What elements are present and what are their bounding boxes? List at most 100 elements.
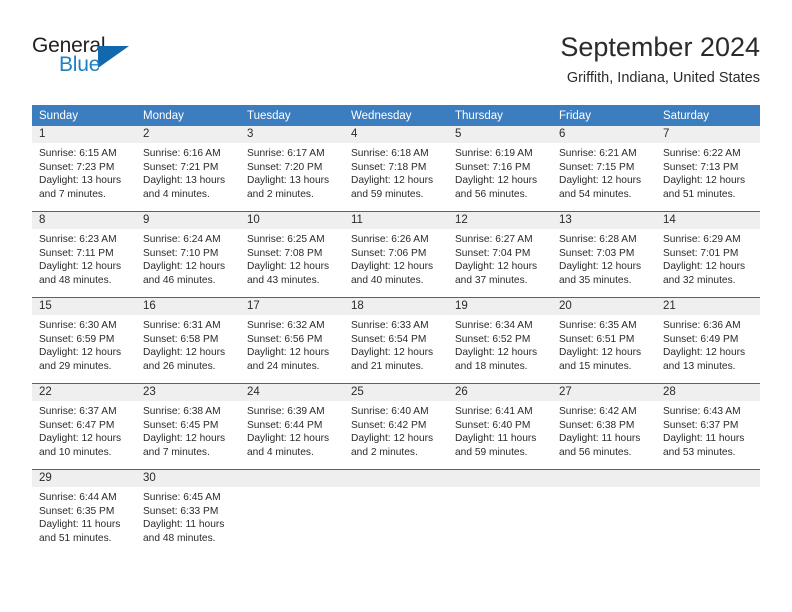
day-cell[interactable]: Sunrise: 6:43 AM Sunset: 6:37 PM Daylight:… <box>656 401 760 469</box>
day-number[interactable]: 23 <box>136 384 240 401</box>
day-number[interactable]: 19 <box>448 298 552 315</box>
day-number[interactable]: 20 <box>552 298 656 315</box>
day-number[interactable]: 11 <box>344 212 448 229</box>
day-cell[interactable]: Sunrise: 6:36 AM Sunset: 6:49 PM Daylight:… <box>656 315 760 383</box>
day-cell[interactable]: Sunrise: 6:28 AM Sunset: 7:03 PM Daylight:… <box>552 229 656 297</box>
weekday-header-sunday: Sunday <box>39 110 79 122</box>
day-number[interactable]: 7 <box>656 126 760 143</box>
day-number[interactable]: 8 <box>32 212 136 229</box>
day-cell[interactable]: Sunrise: 6:33 AM Sunset: 6:54 PM Daylight:… <box>344 315 448 383</box>
sunset-text: Sunset: 6:38 PM <box>559 419 635 431</box>
day-number[interactable]: 6 <box>552 126 656 143</box>
day-cell[interactable]: Sunrise: 6:31 AM Sunset: 6:58 PM Daylight:… <box>136 315 240 383</box>
day-number[interactable]: 9 <box>136 212 240 229</box>
daylight-text: Daylight: 12 hours and 13 minutes. <box>663 347 746 372</box>
day-number-empty <box>656 470 760 487</box>
sunrise-text: Sunrise: 6:39 AM <box>247 406 325 417</box>
general-blue-logo[interactable]: General Blue <box>32 34 152 86</box>
sunset-text: Sunset: 7:23 PM <box>39 161 115 173</box>
sunrise-text: Sunrise: 6:35 AM <box>559 320 637 331</box>
day-cell[interactable]: Sunrise: 6:39 AM Sunset: 6:44 PM Daylight:… <box>240 401 344 469</box>
day-cell[interactable]: Sunrise: 6:26 AM Sunset: 7:06 PM Daylight:… <box>344 229 448 297</box>
day-cell[interactable]: Sunrise: 6:17 AM Sunset: 7:20 PM Daylight:… <box>240 143 344 211</box>
sunrise-text: Sunrise: 6:17 AM <box>247 148 325 159</box>
day-cell[interactable]: Sunrise: 6:27 AM Sunset: 7:04 PM Daylight:… <box>448 229 552 297</box>
sunrise-text: Sunrise: 6:27 AM <box>455 234 533 245</box>
sunset-text: Sunset: 6:52 PM <box>455 333 531 345</box>
sunrise-text: Sunrise: 6:44 AM <box>39 492 117 503</box>
daylight-text: Daylight: 12 hours and 32 minutes. <box>663 261 746 286</box>
daylight-text: Daylight: 12 hours and 29 minutes. <box>39 347 122 372</box>
day-cell[interactable]: Sunrise: 6:34 AM Sunset: 6:52 PM Daylight:… <box>448 315 552 383</box>
sunset-text: Sunset: 7:01 PM <box>663 247 739 259</box>
day-cell[interactable]: Sunrise: 6:19 AM Sunset: 7:16 PM Daylight:… <box>448 143 552 211</box>
day-cell[interactable]: Sunrise: 6:22 AM Sunset: 7:13 PM Daylight:… <box>656 143 760 211</box>
day-number[interactable]: 28 <box>656 384 760 401</box>
day-cell[interactable]: Sunrise: 6:41 AM Sunset: 6:40 PM Daylight:… <box>448 401 552 469</box>
day-number[interactable]: 1 <box>32 126 136 143</box>
day-number[interactable]: 3 <box>240 126 344 143</box>
day-cell[interactable]: Sunrise: 6:29 AM Sunset: 7:01 PM Daylight:… <box>656 229 760 297</box>
day-number[interactable]: 21 <box>656 298 760 315</box>
day-number[interactable]: 18 <box>344 298 448 315</box>
daylight-text: Daylight: 11 hours and 59 minutes. <box>455 433 537 458</box>
day-number[interactable]: 25 <box>344 384 448 401</box>
day-number[interactable]: 14 <box>656 212 760 229</box>
day-number[interactable]: 26 <box>448 384 552 401</box>
day-cell-empty <box>552 487 656 559</box>
day-detail-band: Sunrise: 6:44 AM Sunset: 6:35 PM Daylight:… <box>32 487 760 559</box>
daylight-text: Daylight: 13 hours and 7 minutes. <box>39 175 122 200</box>
sunset-text: Sunset: 7:03 PM <box>559 247 635 259</box>
daylight-text: Daylight: 12 hours and 59 minutes. <box>351 175 434 200</box>
day-cell-empty <box>344 487 448 559</box>
day-number[interactable]: 5 <box>448 126 552 143</box>
day-number[interactable]: 12 <box>448 212 552 229</box>
sunrise-text: Sunrise: 6:23 AM <box>39 234 117 245</box>
sunset-text: Sunset: 7:18 PM <box>351 161 427 173</box>
day-number[interactable]: 30 <box>136 470 240 487</box>
day-number-empty <box>344 470 448 487</box>
day-cell[interactable]: Sunrise: 6:35 AM Sunset: 6:51 PM Daylight:… <box>552 315 656 383</box>
day-number-band: 15 16 17 18 19 20 21 <box>32 298 760 315</box>
day-cell[interactable]: Sunrise: 6:23 AM Sunset: 7:11 PM Daylight:… <box>32 229 136 297</box>
day-cell[interactable]: Sunrise: 6:25 AM Sunset: 7:08 PM Daylight:… <box>240 229 344 297</box>
day-number[interactable]: 15 <box>32 298 136 315</box>
daylight-text: Daylight: 12 hours and 15 minutes. <box>559 347 642 372</box>
sunset-text: Sunset: 6:40 PM <box>455 419 531 431</box>
day-number[interactable]: 27 <box>552 384 656 401</box>
day-number[interactable]: 10 <box>240 212 344 229</box>
daylight-text: Daylight: 12 hours and 48 minutes. <box>39 261 122 286</box>
sunset-text: Sunset: 7:11 PM <box>39 247 114 259</box>
day-detail-band: Sunrise: 6:37 AM Sunset: 6:47 PM Daylight:… <box>32 401 760 469</box>
day-number[interactable]: 17 <box>240 298 344 315</box>
day-detail-band: Sunrise: 6:30 AM Sunset: 6:59 PM Daylight:… <box>32 315 760 383</box>
day-cell[interactable]: Sunrise: 6:32 AM Sunset: 6:56 PM Daylight:… <box>240 315 344 383</box>
day-number-empty <box>552 470 656 487</box>
day-number[interactable]: 22 <box>32 384 136 401</box>
day-number-band: 8 9 10 11 12 13 14 <box>32 212 760 229</box>
day-cell[interactable]: Sunrise: 6:30 AM Sunset: 6:59 PM Daylight:… <box>32 315 136 383</box>
day-number[interactable]: 13 <box>552 212 656 229</box>
day-number[interactable]: 16 <box>136 298 240 315</box>
daylight-text: Daylight: 12 hours and 7 minutes. <box>143 433 226 458</box>
sunset-text: Sunset: 7:21 PM <box>143 161 219 173</box>
day-number[interactable]: 29 <box>32 470 136 487</box>
day-cell[interactable]: Sunrise: 6:16 AM Sunset: 7:21 PM Daylight:… <box>136 143 240 211</box>
day-cell[interactable]: Sunrise: 6:44 AM Sunset: 6:35 PM Daylight:… <box>32 487 136 559</box>
day-cell[interactable]: Sunrise: 6:15 AM Sunset: 7:23 PM Daylight:… <box>32 143 136 211</box>
day-number[interactable]: 24 <box>240 384 344 401</box>
day-cell[interactable]: Sunrise: 6:37 AM Sunset: 6:47 PM Daylight:… <box>32 401 136 469</box>
day-cell[interactable]: Sunrise: 6:45 AM Sunset: 6:33 PM Daylight:… <box>136 487 240 559</box>
day-number[interactable]: 2 <box>136 126 240 143</box>
sunset-text: Sunset: 6:42 PM <box>351 419 427 431</box>
day-cell[interactable]: Sunrise: 6:18 AM Sunset: 7:18 PM Daylight:… <box>344 143 448 211</box>
daylight-text: Daylight: 12 hours and 51 minutes. <box>663 175 746 200</box>
day-cell[interactable]: Sunrise: 6:40 AM Sunset: 6:42 PM Daylight:… <box>344 401 448 469</box>
day-cell[interactable]: Sunrise: 6:42 AM Sunset: 6:38 PM Daylight:… <box>552 401 656 469</box>
daylight-text: Daylight: 12 hours and 40 minutes. <box>351 261 434 286</box>
daylight-text: Daylight: 12 hours and 18 minutes. <box>455 347 538 372</box>
day-cell[interactable]: Sunrise: 6:24 AM Sunset: 7:10 PM Daylight:… <box>136 229 240 297</box>
day-number[interactable]: 4 <box>344 126 448 143</box>
day-cell[interactable]: Sunrise: 6:21 AM Sunset: 7:15 PM Daylight:… <box>552 143 656 211</box>
day-cell[interactable]: Sunrise: 6:38 AM Sunset: 6:45 PM Daylight:… <box>136 401 240 469</box>
